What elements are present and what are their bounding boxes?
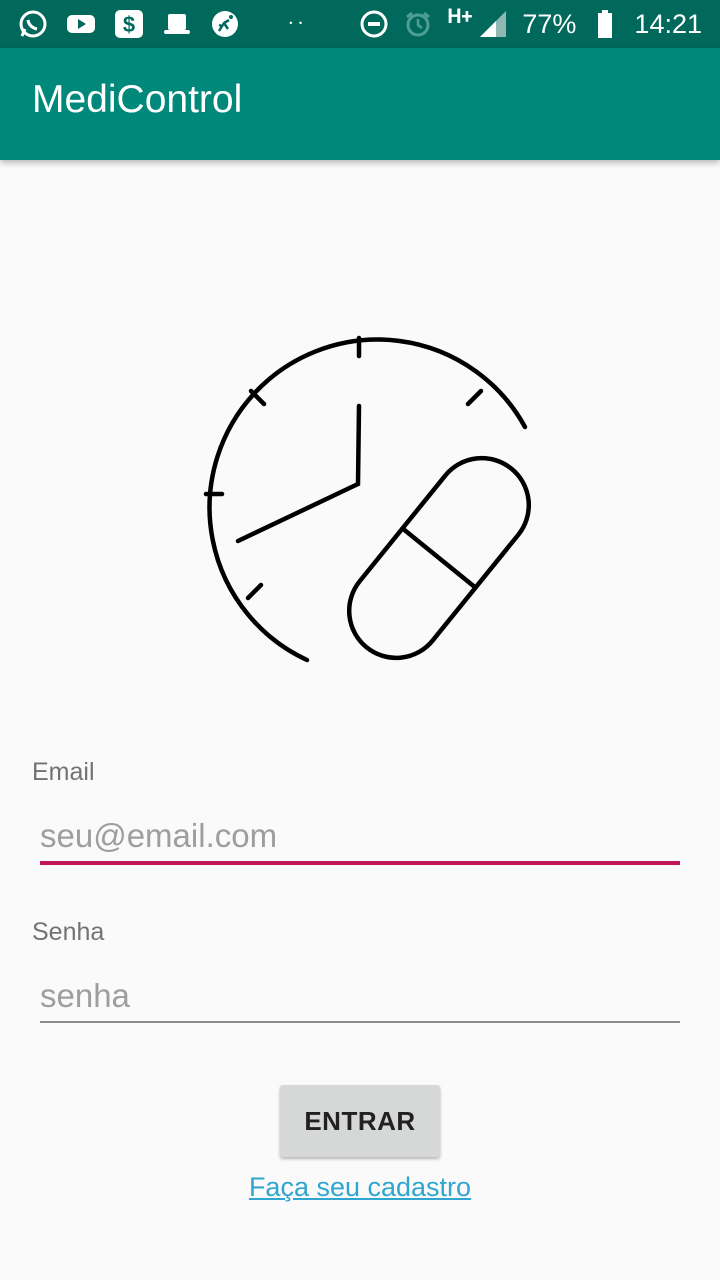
hat-icon (162, 9, 192, 39)
password-underline (40, 1021, 680, 1023)
battery-percent: 77% (522, 8, 577, 39)
whatsapp-icon (18, 9, 48, 39)
alarm-icon (403, 9, 433, 39)
password-label: Senha (32, 918, 105, 946)
network-type: H+ (447, 4, 473, 28)
email-underline (40, 861, 680, 865)
signal-icon (478, 9, 508, 39)
status-bar: $ ·· H+ 77% 14:21 (0, 0, 720, 48)
email-label: Email (32, 758, 95, 786)
battery-icon (590, 9, 620, 39)
clock: 14:21 (634, 8, 702, 39)
clock-pill-logo-icon (180, 310, 540, 670)
dollar-app-icon: $ (114, 9, 144, 39)
youtube-icon (66, 9, 96, 39)
password-field[interactable] (40, 968, 680, 1024)
dnd-icon (359, 9, 389, 39)
login-button[interactable]: ENTRAR (280, 1085, 440, 1157)
svg-text:$: $ (123, 12, 135, 37)
app-bar: MediControl (0, 48, 720, 160)
status-dots: ·· (288, 11, 308, 37)
app-title: MediControl (32, 78, 243, 121)
email-field[interactable] (40, 808, 680, 864)
register-link[interactable]: Faça seu cadastro (0, 1172, 720, 1203)
soccer-app-icon (210, 9, 240, 39)
